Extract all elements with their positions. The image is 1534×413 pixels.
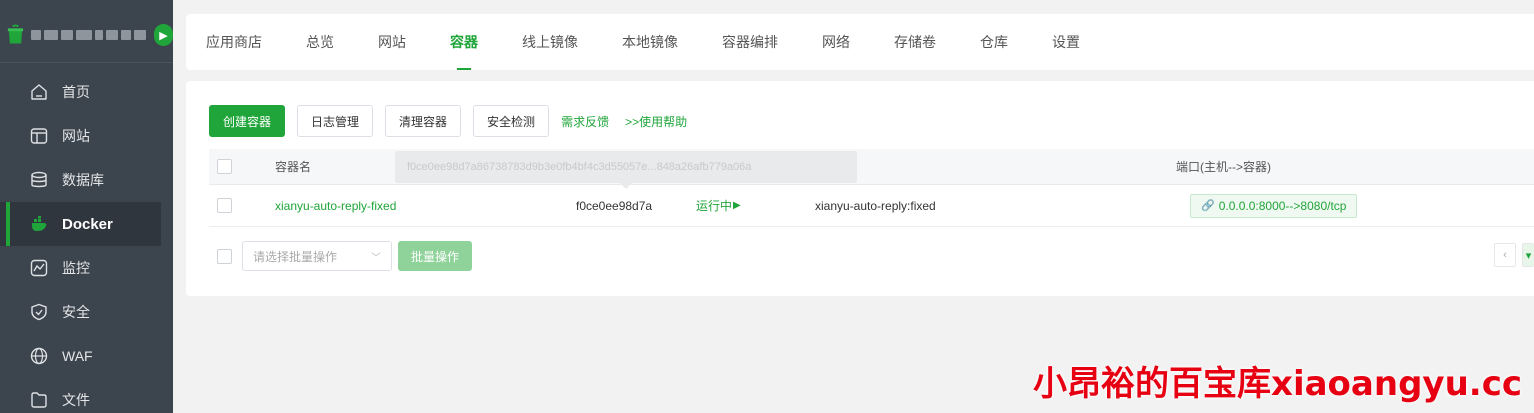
tab-label: 网站 bbox=[378, 34, 406, 50]
tab-compose[interactable]: 容器编排 bbox=[722, 14, 778, 70]
server-name-blurred bbox=[31, 30, 146, 40]
tab-local-images[interactable]: 本地镜像 bbox=[622, 14, 678, 70]
sidebar-item-label: 首页 bbox=[62, 84, 90, 100]
tab-overview[interactable]: 总览 bbox=[306, 14, 334, 70]
sidebar-item-docker[interactable]: Docker bbox=[0, 202, 161, 246]
row-select-cell bbox=[217, 185, 232, 226]
watermark-text: 小昂裕的百宝库xiaoangyu.cc bbox=[1033, 364, 1522, 404]
sidebar-item-security[interactable]: 安全 bbox=[0, 290, 173, 334]
help-link[interactable]: >>使用帮助 bbox=[625, 113, 687, 130]
container-image: xianyu-auto-reply:fixed bbox=[815, 198, 936, 213]
chevron-down-icon: ﹀ bbox=[371, 252, 381, 264]
tab-container[interactable]: 容器 bbox=[450, 14, 478, 70]
select-all-checkbox[interactable] bbox=[217, 159, 232, 174]
sidebar-item-database[interactable]: 数据库 bbox=[0, 158, 173, 202]
play-icon: ▶ bbox=[733, 200, 741, 211]
container-panel: 创建容器 日志管理 清理容器 安全检测 需求反馈 >>使用帮助 容器名 容器ID… bbox=[186, 81, 1534, 296]
batch-operation-select[interactable]: 请选择批量操作 ﹀ bbox=[242, 241, 392, 271]
sidebar-item-files[interactable]: 文件 bbox=[0, 378, 173, 413]
sidebar-item-label: 网站 bbox=[62, 128, 90, 144]
tab-network[interactable]: 网络 bbox=[822, 14, 850, 70]
tab-label: 本地镜像 bbox=[622, 34, 678, 50]
globe-icon bbox=[30, 347, 48, 365]
chevron-left-icon: ‹ bbox=[1503, 249, 1507, 261]
sidebar-item-label: 监控 bbox=[62, 260, 90, 276]
prev-page-button[interactable]: ‹ bbox=[1494, 243, 1516, 267]
tab-label: 仓库 bbox=[980, 34, 1008, 50]
website-icon bbox=[30, 127, 48, 145]
feedback-link[interactable]: 需求反馈 bbox=[561, 113, 609, 130]
header-name[interactable]: 容器名 bbox=[275, 149, 311, 184]
table-row[interactable]: xianyu-auto-reply-fixed f0ce0ee98d7a 运行中… bbox=[209, 185, 1534, 227]
select-all-cell bbox=[217, 149, 232, 184]
sidebar-item-waf[interactable]: WAF bbox=[0, 334, 173, 378]
toolbar: 创建容器 日志管理 清理容器 安全检测 需求反馈 >>使用帮助 bbox=[209, 105, 703, 137]
port-mapping-text: 0.0.0.0:8000-->8080/tcp bbox=[1218, 198, 1347, 213]
chevron-down-icon: ▾ bbox=[1525, 249, 1532, 262]
logo-icon bbox=[7, 24, 24, 44]
tab-label: 容器 bbox=[450, 34, 478, 50]
status-text: 运行中 bbox=[696, 199, 733, 213]
tab-volumes[interactable]: 存储卷 bbox=[894, 14, 936, 70]
tab-label: 线上镜像 bbox=[522, 34, 578, 50]
tab-label: 设置 bbox=[1052, 34, 1080, 50]
tab-online-images[interactable]: 线上镜像 bbox=[522, 14, 578, 70]
port-mapping-tag[interactable]: 🔗 0.0.0.0:8000-->8080/tcp bbox=[1190, 193, 1358, 218]
logo-area: ▶ bbox=[0, 0, 173, 70]
sidebar-item-monitor[interactable]: 监控 bbox=[0, 246, 173, 290]
page-size-select[interactable]: ▾ bbox=[1522, 243, 1534, 267]
tab-website[interactable]: 网站 bbox=[378, 14, 406, 70]
batch-select-checkbox[interactable] bbox=[217, 248, 232, 264]
server-badge-icon[interactable]: ▶ bbox=[154, 24, 173, 46]
batch-row: 请选择批量操作 ﹀ 批量操作 bbox=[209, 241, 473, 271]
tab-settings[interactable]: 设置 bbox=[1052, 14, 1080, 70]
batch-select-placeholder: 请选择批量操作 bbox=[253, 249, 338, 264]
create-container-button[interactable]: 创建容器 bbox=[209, 105, 286, 137]
sidebar-nav: 首页 网站 数据库 Docker 监控 安全 WAF 文件 bbox=[0, 70, 173, 413]
clean-container-button[interactable]: 清理容器 bbox=[385, 105, 462, 137]
tab-label: 网络 bbox=[822, 34, 850, 50]
row-checkbox[interactable] bbox=[217, 198, 232, 213]
home-icon bbox=[30, 83, 48, 101]
security-check-button[interactable]: 安全检测 bbox=[473, 105, 550, 137]
log-management-button[interactable]: 日志管理 bbox=[297, 105, 374, 137]
sidebar-item-label: 数据库 bbox=[62, 172, 104, 188]
container-id-tooltip: f0ce0ee98d7a86738783d9b3e0fb4bf4c3d55057… bbox=[395, 151, 857, 183]
container-status[interactable]: 运行中 ▶ bbox=[696, 185, 741, 226]
database-icon bbox=[30, 171, 48, 189]
port-cell: 🔗 0.0.0.0:8000-->8080/tcp bbox=[1190, 185, 1358, 226]
link-icon: 🔗 bbox=[1201, 200, 1215, 212]
header-port[interactable]: 端口(主机-->容器) bbox=[1176, 149, 1271, 184]
tab-label: 存储卷 bbox=[894, 34, 936, 50]
docker-icon bbox=[30, 215, 48, 233]
batch-operation-button[interactable]: 批量操作 bbox=[398, 241, 473, 271]
tab-app-store[interactable]: 应用商店 bbox=[206, 14, 262, 70]
tab-label: 容器编排 bbox=[722, 34, 778, 50]
sidebar-item-label: Docker bbox=[62, 215, 113, 233]
sidebar-item-label: WAF bbox=[62, 348, 93, 364]
sidebar-item-home[interactable]: 首页 bbox=[0, 70, 173, 114]
sidebar-item-label: 安全 bbox=[62, 304, 90, 320]
sidebar: ▶ 首页 网站 数据库 Docker 监控 安全 WAF 文件 bbox=[0, 0, 173, 413]
sidebar-divider bbox=[0, 62, 173, 63]
sidebar-item-label: 文件 bbox=[62, 392, 90, 408]
tab-label: 应用商店 bbox=[206, 34, 262, 50]
container-id: f0ce0ee98d7a bbox=[576, 198, 653, 213]
tab-label: 总览 bbox=[306, 34, 334, 50]
shield-icon bbox=[30, 303, 48, 321]
monitor-icon bbox=[30, 259, 48, 277]
pagination: ‹ ▾ bbox=[1494, 243, 1534, 267]
folder-icon bbox=[30, 391, 48, 409]
sidebar-item-website[interactable]: 网站 bbox=[0, 114, 173, 158]
tab-registry[interactable]: 仓库 bbox=[980, 14, 1008, 70]
top-tabs: 应用商店 总览 网站 容器 线上镜像 本地镜像 容器编排 网络 存储卷 仓库 设… bbox=[186, 14, 1534, 70]
container-name-link[interactable]: xianyu-auto-reply-fixed bbox=[275, 185, 396, 226]
